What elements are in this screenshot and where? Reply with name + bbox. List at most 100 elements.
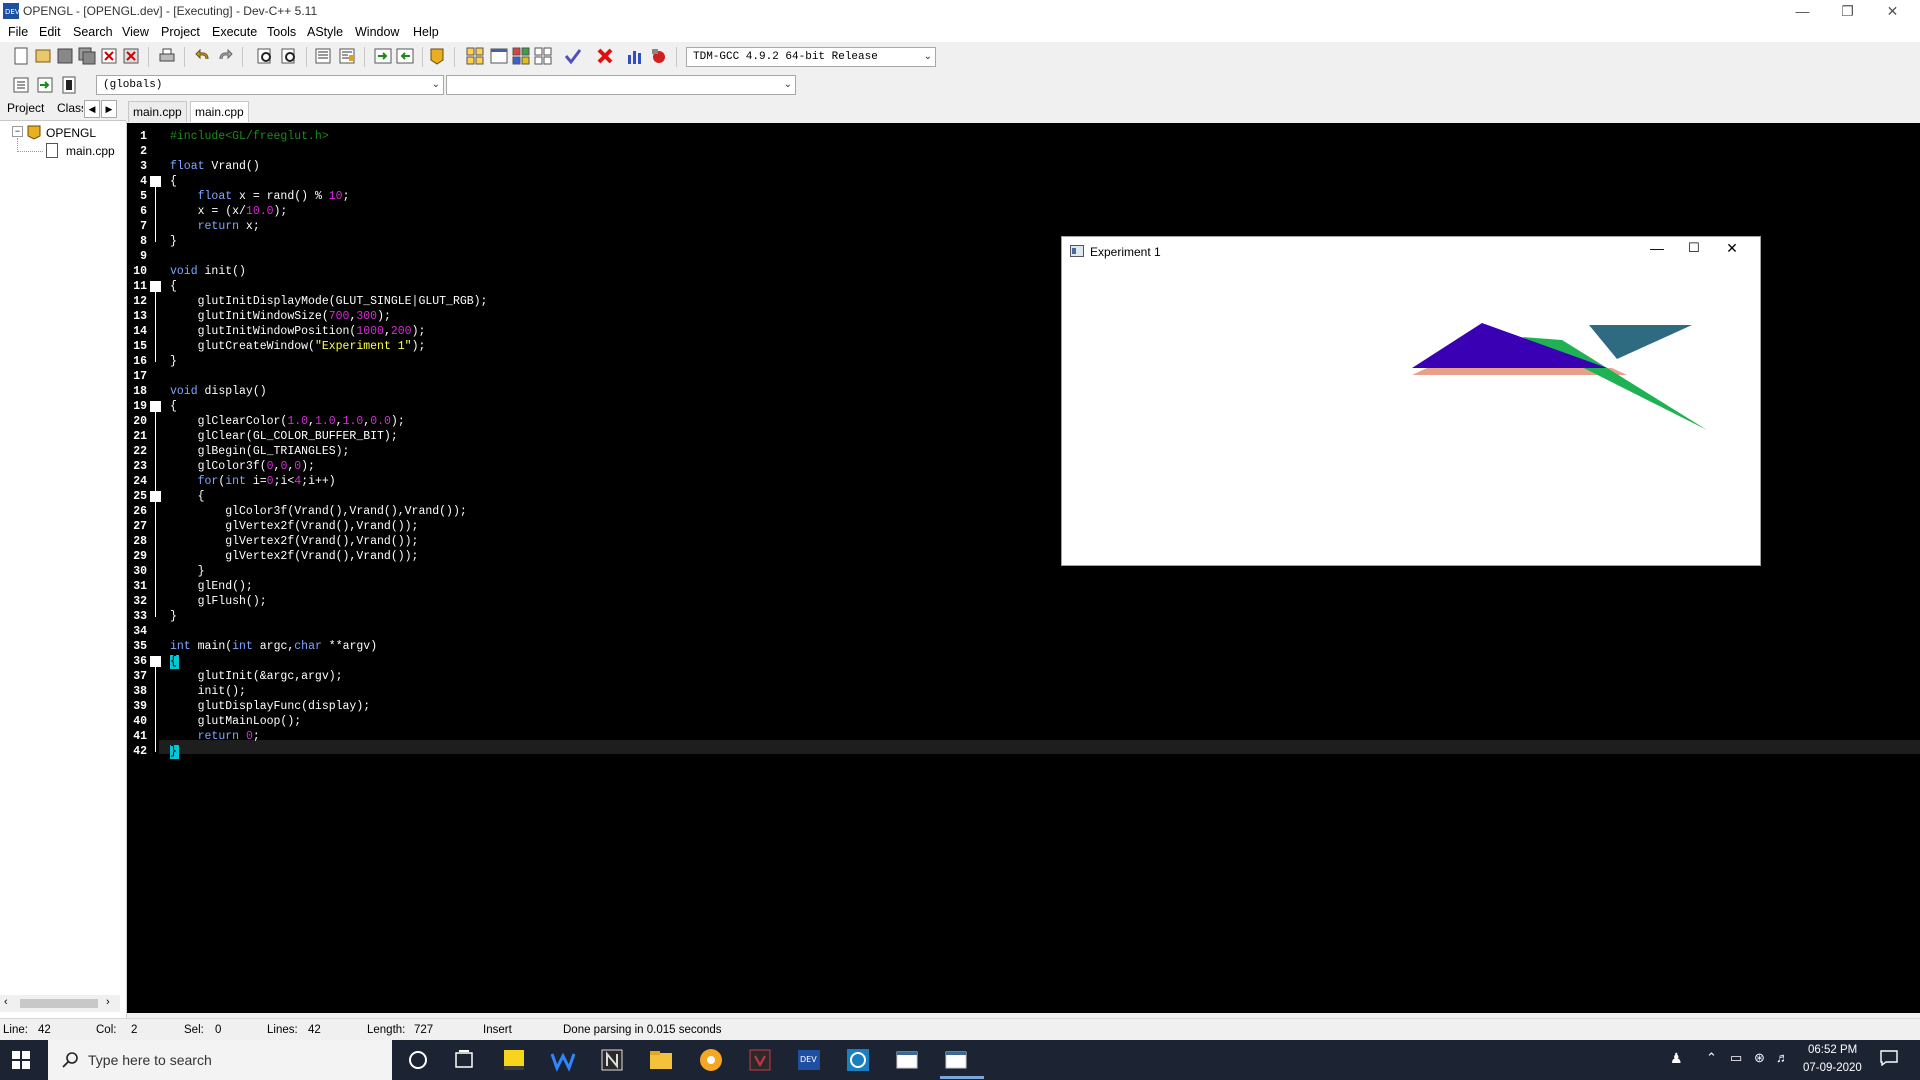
- close-file-icon[interactable]: [100, 47, 118, 65]
- editor-tab-active[interactable]: main.cpp: [190, 101, 249, 122]
- editor-tab[interactable]: main.cpp: [128, 101, 187, 122]
- goto-bookmark-icon[interactable]: [60, 76, 78, 94]
- fold-marker[interactable]: [150, 281, 161, 292]
- popup-close-button[interactable]: ✕: [1717, 240, 1747, 260]
- close-button[interactable]: ✕: [1870, 0, 1915, 22]
- opengl-window-taskbar-icon[interactable]: [942, 1046, 970, 1074]
- battery-icon[interactable]: ▭: [1730, 1050, 1742, 1066]
- goto-icon[interactable]: [374, 47, 392, 65]
- code-line[interactable]: glutInit(&argc,argv);: [170, 670, 343, 683]
- menu-tools[interactable]: Tools: [267, 25, 296, 39]
- close-all-icon[interactable]: [122, 47, 140, 65]
- menu-view[interactable]: View: [122, 25, 149, 39]
- tree-collapse-toggle[interactable]: −: [12, 126, 23, 137]
- tab-scroll-right-icon[interactable]: ▶: [101, 100, 117, 118]
- code-line[interactable]: }: [170, 355, 177, 368]
- whatsapp-icon[interactable]: [844, 1046, 872, 1074]
- replace-icon[interactable]: [280, 47, 298, 65]
- save-icon[interactable]: [56, 47, 74, 65]
- code-line[interactable]: init();: [170, 685, 246, 698]
- compiler-select[interactable]: TDM-GCC 4.9.2 64-bit Release ⌄: [686, 47, 936, 67]
- fold-marker[interactable]: [150, 656, 161, 667]
- code-line[interactable]: glFlush();: [170, 595, 267, 608]
- code-line[interactable]: return 0;: [170, 730, 260, 743]
- chrome-canary-icon[interactable]: [697, 1046, 725, 1074]
- code-line[interactable]: glutCreateWindow("Experiment 1");: [170, 340, 426, 353]
- wifi-icon[interactable]: ⊛: [1754, 1050, 1765, 1066]
- show-hidden-icons-chevron-up-icon[interactable]: ⌃: [1706, 1050, 1717, 1066]
- cortana-icon[interactable]: [404, 1046, 432, 1074]
- code-line[interactable]: glutInitWindowSize(700,300);: [170, 310, 391, 323]
- popup-maximize-button[interactable]: ☐: [1679, 240, 1709, 260]
- code-line[interactable]: void init(): [170, 265, 246, 278]
- code-line[interactable]: {: [170, 490, 205, 503]
- restore-button[interactable]: ❐: [1825, 0, 1870, 22]
- code-line[interactable]: #include<GL/freeglut.h>: [170, 130, 329, 143]
- save-all-icon[interactable]: [78, 47, 96, 65]
- task-view-icon[interactable]: [450, 1046, 478, 1074]
- scrollbar-thumb[interactable]: [20, 999, 98, 1008]
- code-line[interactable]: return x;: [170, 220, 260, 233]
- function-select[interactable]: ⌄: [446, 75, 796, 95]
- clock-date[interactable]: 07-09-2020: [1803, 1062, 1862, 1074]
- code-line[interactable]: float x = rand() % 10;: [170, 190, 350, 203]
- menu-execute[interactable]: Execute: [212, 25, 257, 39]
- toggle-bookmark-icon[interactable]: [36, 76, 54, 94]
- profile-icon[interactable]: [626, 47, 644, 65]
- scroll-right-icon[interactable]: ›: [106, 996, 110, 1008]
- insert-icon[interactable]: [12, 76, 30, 94]
- code-line[interactable]: void display(): [170, 385, 267, 398]
- scope-select[interactable]: (globals) ⌄: [96, 75, 444, 95]
- menu-file[interactable]: File: [8, 25, 28, 39]
- undo-icon[interactable]: [194, 47, 212, 65]
- menu-edit[interactable]: Edit: [39, 25, 61, 39]
- find-icon[interactable]: [256, 47, 274, 65]
- code-line[interactable]: glutMainLoop();: [170, 715, 302, 728]
- code-line[interactable]: {: [170, 175, 177, 188]
- code-line[interactable]: }: [170, 610, 177, 623]
- windows-start-icon[interactable]: [12, 1051, 30, 1069]
- new-file-icon[interactable]: [12, 47, 30, 65]
- menu-astyle[interactable]: AStyle: [307, 25, 343, 39]
- tab-project[interactable]: Project: [7, 101, 44, 115]
- bookmark-icon[interactable]: [428, 47, 446, 65]
- notifications-icon[interactable]: [1880, 1050, 1898, 1067]
- redo-icon[interactable]: [216, 47, 234, 65]
- tab-scroll-left-icon[interactable]: ◀: [84, 100, 100, 118]
- minimize-button[interactable]: —: [1780, 0, 1825, 22]
- devcpp-taskbar-icon[interactable]: DEV: [795, 1046, 823, 1074]
- volume-icon[interactable]: ♬: [1776, 1050, 1789, 1065]
- debug-icon[interactable]: [650, 47, 668, 65]
- opengl-output-window[interactable]: Experiment 1 — ☐ ✕: [1061, 236, 1761, 566]
- code-line[interactable]: }: [170, 235, 177, 248]
- popup-minimize-button[interactable]: —: [1642, 240, 1672, 260]
- compile-icon[interactable]: [512, 47, 530, 65]
- menu-search[interactable]: Search: [73, 25, 113, 39]
- code-line[interactable]: glColor3f(0,0,0);: [170, 460, 315, 473]
- code-line[interactable]: int main(int argc,char **argv): [170, 640, 377, 653]
- menu-help[interactable]: Help: [413, 25, 439, 39]
- open-file-icon[interactable]: [34, 47, 52, 65]
- code-line[interactable]: x = (x/10.0);: [170, 205, 288, 218]
- code-line[interactable]: glVertex2f(Vrand(),Vrand());: [170, 520, 418, 533]
- code-line[interactable]: glClearColor(1.0,1.0,1.0,0.0);: [170, 415, 405, 428]
- unindent-icon[interactable]: [338, 47, 356, 65]
- code-line[interactable]: glEnd();: [170, 580, 253, 593]
- fold-marker[interactable]: [150, 491, 161, 502]
- tab-class[interactable]: Class: [57, 101, 83, 115]
- code-line[interactable]: glutInitDisplayMode(GLUT_SINGLE|GLUT_RGB…: [170, 295, 488, 308]
- fold-marker[interactable]: [150, 176, 161, 187]
- tree-project-label[interactable]: OPENGL: [46, 126, 96, 140]
- notion-icon[interactable]: [598, 1046, 626, 1074]
- run-icon[interactable]: [534, 47, 552, 65]
- wps-icon[interactable]: [549, 1046, 577, 1074]
- clock-time[interactable]: 06:52 PM: [1808, 1044, 1857, 1056]
- statusbar-toggle-icon[interactable]: [490, 47, 508, 65]
- project-manager-icon[interactable]: [466, 47, 484, 65]
- stop-execution-icon[interactable]: [596, 47, 614, 65]
- code-line[interactable]: for(int i=0;i<4;i++): [170, 475, 336, 488]
- code-line[interactable]: glutDisplayFunc(display);: [170, 700, 371, 713]
- taskbar-search-box[interactable]: Type here to search: [48, 1040, 392, 1080]
- menu-project[interactable]: Project: [161, 25, 200, 39]
- people-icon[interactable]: ♟: [1670, 1050, 1683, 1067]
